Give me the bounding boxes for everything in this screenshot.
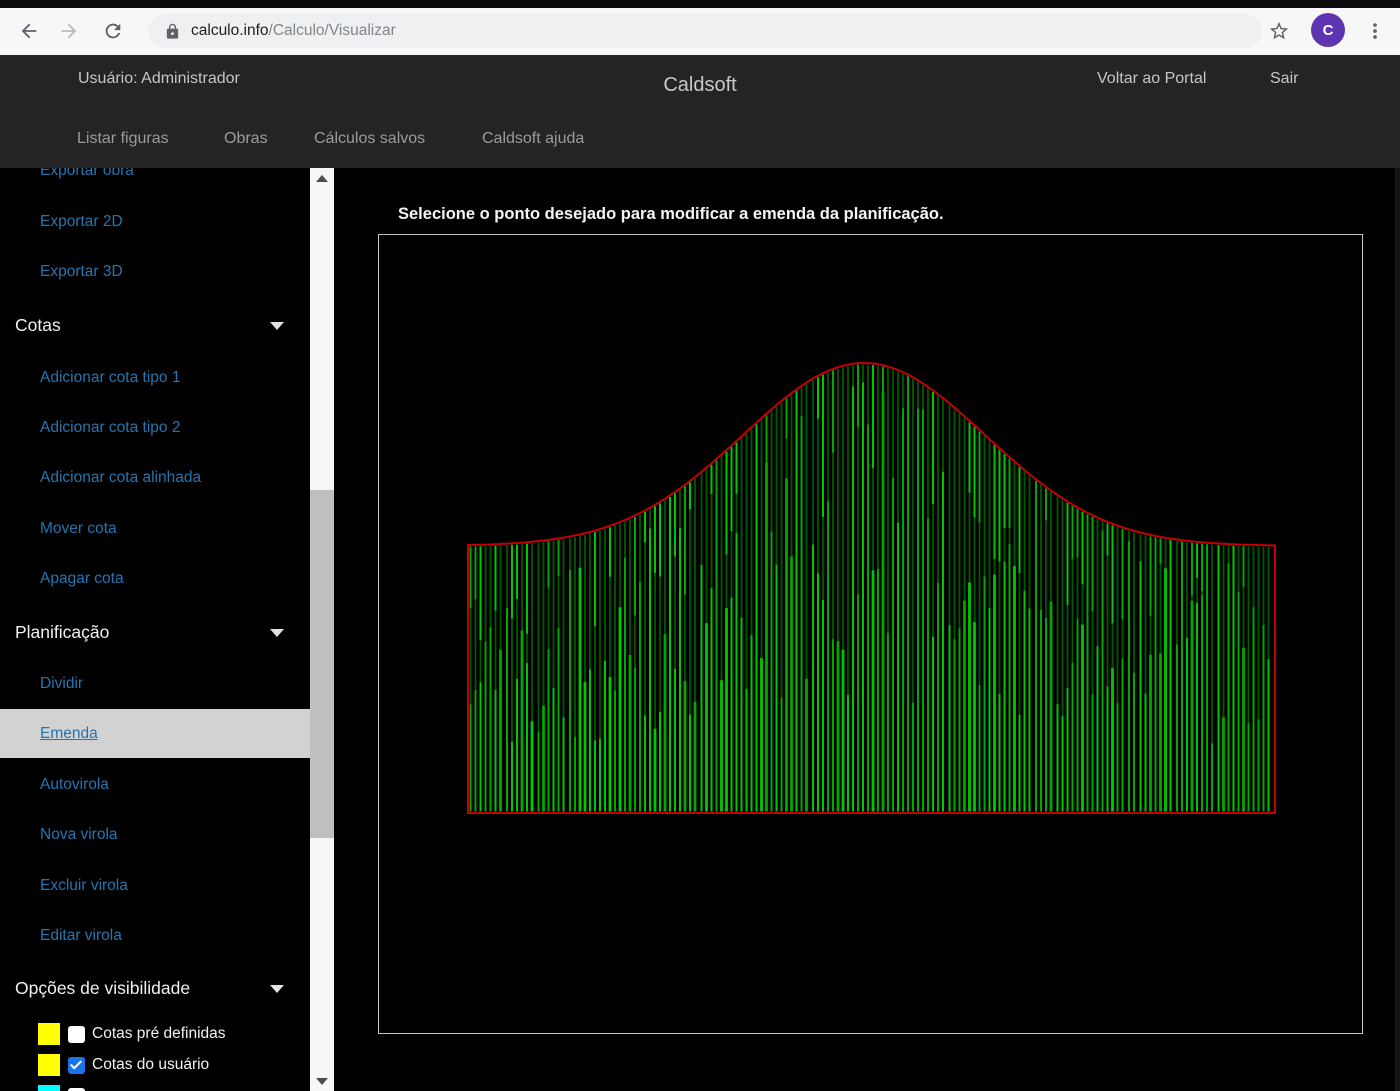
browser-toolbar: calculo.info/Calculo/Visualizar C — [0, 8, 1400, 55]
sidebar-row: Excluir virola — [0, 861, 310, 911]
scroll-down-icon[interactable] — [310, 1071, 334, 1091]
sidebar-item-exportar-2d[interactable]: Exportar 2D — [40, 213, 123, 231]
back-arrow-icon[interactable] — [16, 18, 42, 44]
scroll-up-icon[interactable] — [310, 168, 334, 188]
scrollbar-thumb[interactable] — [310, 490, 334, 838]
color-swatch — [38, 1085, 60, 1091]
sidebar-row: Apagar cota — [0, 554, 310, 604]
sidebar-item-autovirola[interactable]: Autovirola — [40, 776, 109, 794]
sidebar-row: Exportar 2D — [0, 197, 310, 247]
reload-icon[interactable] — [100, 18, 126, 44]
checkbox-label: Cotas pré definidas — [92, 1025, 226, 1043]
sidebar-row: Exportar 3D — [0, 247, 310, 297]
chevron-down-icon[interactable] — [270, 985, 284, 993]
color-swatch — [38, 1054, 60, 1076]
nav-obras[interactable]: Obras — [224, 130, 268, 148]
nav-caldsoft-ajuda[interactable]: Caldsoft ajuda — [482, 130, 584, 148]
checkbox-label: Cotas do usuário — [92, 1056, 209, 1074]
window-top-strip — [0, 0, 1400, 8]
sidebar-row: Cotas — [0, 300, 310, 350]
url-bar[interactable]: calculo.info/Calculo/Visualizar — [148, 14, 1262, 48]
sidebar-item-editar-virola[interactable]: Editar virola — [40, 927, 122, 945]
sidebar-row: Dividir — [0, 659, 310, 709]
sidebar-item-nova-virola[interactable]: Nova virola — [40, 826, 118, 844]
sidebar-row: Adicionar cota alinhada — [0, 453, 310, 503]
nav-listar-figuras[interactable]: Listar figuras — [77, 130, 169, 148]
portal-link[interactable]: Voltar ao Portal — [1097, 70, 1206, 88]
screen: { "browser": { "url_domain": "calculo.in… — [0, 0, 1400, 1091]
sidebar-item-adicionar-cota-tipo-1[interactable]: Adicionar cota tipo 1 — [40, 369, 180, 387]
sidebar-item-exportar-obra[interactable]: Exportar obra — [40, 168, 134, 180]
sidebar-row: Autovirola — [0, 760, 310, 810]
sidebar-item-adicionar-cota-tipo-2[interactable]: Adicionar cota tipo 2 — [40, 419, 180, 437]
app-title: Caldsoft — [663, 74, 736, 97]
section-header-opcoes-de-visibilidade[interactable]: Opções de visibilidade — [15, 978, 190, 999]
sidebar-row: Opções de visibilidade — [0, 963, 310, 1013]
checkbox-cotas-do-usuario[interactable] — [68, 1057, 85, 1074]
sidebar: Exportar obra Exportar 2D Exportar 3D Cotas… — [0, 168, 310, 1091]
nav-calculos-salvos[interactable]: Cálculos salvos — [314, 130, 425, 148]
sidebar-item-apagar-cota[interactable]: Apagar cota — [40, 570, 124, 588]
page-scrollbar[interactable] — [1395, 168, 1400, 1091]
lock-icon — [164, 23, 181, 40]
star-icon[interactable] — [1266, 18, 1292, 44]
sidebar-item-emenda[interactable]: Emenda — [40, 725, 98, 743]
forward-arrow-icon[interactable] — [56, 18, 82, 44]
section-header-planificacao[interactable]: Planificação — [15, 622, 109, 643]
sidebar-row: Editar virola — [0, 911, 310, 961]
instruction-text: Selecione o ponto desejado para modifica… — [398, 205, 944, 224]
app-header: Usuário: Administrador Caldsoft Voltar a… — [0, 55, 1400, 168]
color-swatch — [38, 1023, 60, 1045]
checkbox-cotas-pre-definidas[interactable] — [68, 1026, 85, 1043]
sidebar-item-mover-cota[interactable]: Mover cota — [40, 520, 117, 538]
sidebar-item-exportar-3d[interactable]: Exportar 3D — [40, 263, 123, 281]
chevron-down-icon[interactable] — [270, 629, 284, 637]
sidebar-scrollbar[interactable] — [310, 168, 334, 1091]
url-text: calculo.info/Calculo/Visualizar — [191, 22, 396, 40]
sidebar-item-excluir-virola[interactable]: Excluir virola — [40, 877, 128, 895]
menu-dots-icon[interactable] — [1362, 18, 1388, 44]
sidebar-item-dividir[interactable]: Dividir — [40, 675, 83, 693]
chevron-down-icon[interactable] — [270, 322, 284, 330]
avatar[interactable]: C — [1311, 13, 1345, 47]
sidebar-row: Adicionar cota tipo 1 — [0, 353, 310, 403]
sidebar-row: Planificação — [0, 607, 310, 657]
sidebar-row: Adicionar cota tipo 2 — [0, 403, 310, 453]
user-label: Usuário: Administrador — [78, 70, 240, 88]
drawing-canvas[interactable] — [378, 234, 1363, 1034]
checkbox-item[interactable] — [68, 1088, 85, 1091]
visibility-row-cotas-pre-definidas: Cotas pré definidas — [0, 1019, 310, 1049]
sidebar-item-adicionar-cota-alinhada[interactable]: Adicionar cota alinhada — [40, 469, 201, 487]
logout-link[interactable]: Sair — [1270, 70, 1298, 88]
sidebar-row: Exportar obra — [0, 168, 310, 196]
section-header-cotas[interactable]: Cotas — [15, 315, 61, 336]
sidebar-row: Emenda — [0, 709, 310, 758]
planification-figure[interactable] — [379, 235, 1362, 1033]
visibility-row-cotas-do-usuario: Cotas do usuário — [0, 1050, 310, 1080]
visibility-row-item — [0, 1081, 310, 1091]
sidebar-row: Nova virola — [0, 810, 310, 860]
sidebar-row: Mover cota — [0, 504, 310, 554]
